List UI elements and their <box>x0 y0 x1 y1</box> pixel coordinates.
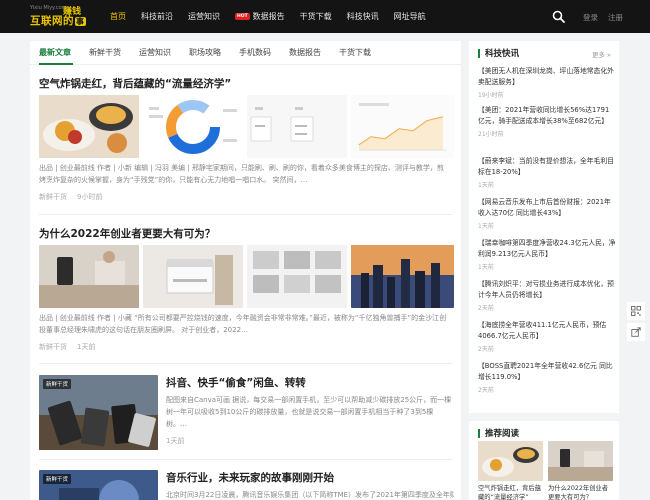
article-image[interactable] <box>247 245 347 308</box>
tab-operations[interactable]: 运营知识 <box>139 47 171 58</box>
article-time: 1天前 <box>166 437 185 445</box>
tab-fresh-goods[interactable]: 新鲜干货 <box>89 47 121 58</box>
article-title[interactable]: 抖音、快手“偷食”闲鱼、转转 <box>166 375 306 390</box>
register-link[interactable]: 注册 <box>608 12 623 23</box>
logo-watermark: Yixiu Miyy.com <box>30 5 67 11</box>
flash-item[interactable]: 【网易云音乐发布上市后首份财报：2021年收入达70亿 同比增长43%】 1天前 <box>478 197 616 230</box>
flash-item[interactable]: 【瑞幸咖啡第四季度净营收24.3亿元人民，净利润9.213亿元人民币】 1天前 <box>478 238 616 271</box>
share-button[interactable] <box>627 323 645 341</box>
divider <box>39 214 452 215</box>
qrcode-button[interactable] <box>627 302 645 320</box>
article-excerpt: 北京时间3月22日凌晨，腾讯音乐娱乐集团（以下简称TME）发布了2021年第四季… <box>166 491 454 499</box>
article-title[interactable]: 为什么2022年创业者更要大有可为？ <box>39 226 215 241</box>
active-tab-indicator <box>39 63 73 65</box>
share-icon <box>631 327 641 337</box>
flash-item[interactable]: 【腾讯刘炽平：对亏损业务进行成本优化，预计今年人员仍将增长】 2天前 <box>478 279 616 312</box>
tab-workplace[interactable]: 职场攻略 <box>189 47 221 58</box>
tab-downloads[interactable]: 干货下载 <box>339 47 371 58</box>
article-excerpt: 出品 | 创业最前线 作者 | 小藏 “所有公司都要严控烧钱的速度，今年融资会非… <box>39 314 447 334</box>
article-image[interactable] <box>143 245 243 308</box>
recommend-image[interactable] <box>548 441 613 481</box>
article-time: 9小时前 <box>77 193 103 201</box>
nav-item-tech-frontier[interactable]: 科技前沿 <box>141 11 173 22</box>
article-image[interactable] <box>39 95 139 158</box>
article-meta: 新鲜干货 9小时前 <box>39 192 112 202</box>
site-logo[interactable]: Yixiu Miyy.com 赚钱 互联网的事 <box>30 4 86 29</box>
category-tag: 新鲜干货 <box>43 379 72 389</box>
article-list-panel: 最新文章 新鲜干货 运营知识 职场攻略 手机数码 数据报告 干货下载 空气炸锅走… <box>30 41 461 500</box>
tab-latest[interactable]: 最新文章 <box>39 47 71 58</box>
recommend-image[interactable] <box>478 441 543 481</box>
article-title[interactable]: 音乐行业，未来玩家的故事刚刚开始 <box>166 470 334 485</box>
tab-mobile-digital[interactable]: 手机数码 <box>239 47 271 58</box>
nav-item-home[interactable]: 首页 <box>110 11 126 22</box>
flash-item[interactable]: 【美团无人机在深圳龙岗、坪山落地常态化外卖配送服务】 19小时前 <box>478 66 616 99</box>
nav-item-site-nav[interactable]: 网址导航 <box>394 11 426 22</box>
search-icon[interactable] <box>552 10 565 23</box>
article-category[interactable]: 新鲜干货 <box>39 192 67 202</box>
article-image[interactable] <box>247 95 347 158</box>
divider <box>39 363 452 364</box>
category-tabs: 最新文章 新鲜干货 运营知识 职场攻略 手机数码 数据报告 干货下载 <box>30 41 461 65</box>
main-nav: 首页 科技前沿 运营知识 HOT 数据报告 干货下载 科技快讯 网址导航 <box>110 0 441 33</box>
qrcode-icon <box>631 306 641 316</box>
tab-data-report[interactable]: 数据报告 <box>289 47 321 58</box>
article-time: 1天前 <box>77 343 96 351</box>
category-tag: 新鲜干货 <box>43 474 72 484</box>
article-image[interactable] <box>351 95 454 158</box>
sidebar-more-link[interactable]: 更多 » <box>592 49 611 59</box>
article-title[interactable]: 空气炸锅走红，背后蕴藏的“流量经济学” <box>39 76 231 91</box>
recommend-title: 推荐阅读 <box>478 427 519 439</box>
nav-item-operations[interactable]: 运营知识 <box>188 11 220 22</box>
article-category[interactable]: 新鲜干货 <box>39 342 67 352</box>
article-meta: 1天前 <box>166 436 194 446</box>
article-image[interactable]: 新鲜干货 <box>39 375 158 450</box>
tech-flash-sidebar: 科技快讯 更多 » 【美团无人机在深圳龙岗、坪山落地常态化外卖配送服务】 19小… <box>469 41 619 413</box>
nav-item-data-report[interactable]: HOT 数据报告 <box>235 11 285 22</box>
flash-item[interactable]: 【海底捞全年营收411.1亿元人民币，预估4066.7亿元人民币】 2天前 <box>478 320 616 353</box>
article-image[interactable] <box>351 245 454 308</box>
divider <box>39 459 452 460</box>
article-meta: 新鲜干货 1天前 <box>39 342 105 352</box>
article-image[interactable]: 新鲜干货 <box>39 470 158 500</box>
recommend-caption[interactable]: 为什么2022年创业者更要大有可为？ <box>548 484 614 500</box>
recommend-panel: 推荐阅读 空气炸锅走红，背后蕴藏的“流量经济学” 为什么2022年创业者更要大有… <box>469 421 619 500</box>
recommend-caption[interactable]: 空气炸锅走红，背后蕴藏的“流量经济学” <box>478 484 544 500</box>
title-accent-bar <box>478 428 480 438</box>
article-excerpt: 出品 | 创业最前线 作者 | 小新 编辑 | 冯羽 美编 | 邢静宅家期间，只… <box>39 164 444 184</box>
logo-text: 互联网的事 <box>30 15 86 27</box>
flash-item[interactable]: 【美团：2021年营收同比增长56%达1791亿元，骑手配送成本增长38%至68… <box>478 105 616 138</box>
article-excerpt: 配图来自Canva可画 据说，每交易一部闲置手机，至少可以帮助减少碳排放25公斤… <box>166 396 452 428</box>
flash-item[interactable]: 【蔚来李斌：当前没有提价想法，全年毛利目标在18-20%】 1天前 <box>478 156 616 189</box>
article-image[interactable] <box>143 95 243 158</box>
nav-item-downloads[interactable]: 干货下载 <box>300 11 332 22</box>
hot-badge: HOT <box>235 13 250 20</box>
article-image[interactable] <box>39 245 139 308</box>
login-link[interactable]: 登录 <box>583 12 598 23</box>
flash-item[interactable]: 【BOSS直聘2021年全年营收42.6亿元 同比增长119.0%】 2天前 <box>478 361 616 394</box>
title-accent-bar <box>478 48 480 58</box>
top-navbar: Yixiu Miyy.com 赚钱 互联网的事 首页 科技前沿 运营知识 HOT… <box>0 0 650 33</box>
sidebar-title: 科技快讯 <box>478 47 519 59</box>
nav-item-tech-flash[interactable]: 科技快讯 <box>347 11 379 22</box>
